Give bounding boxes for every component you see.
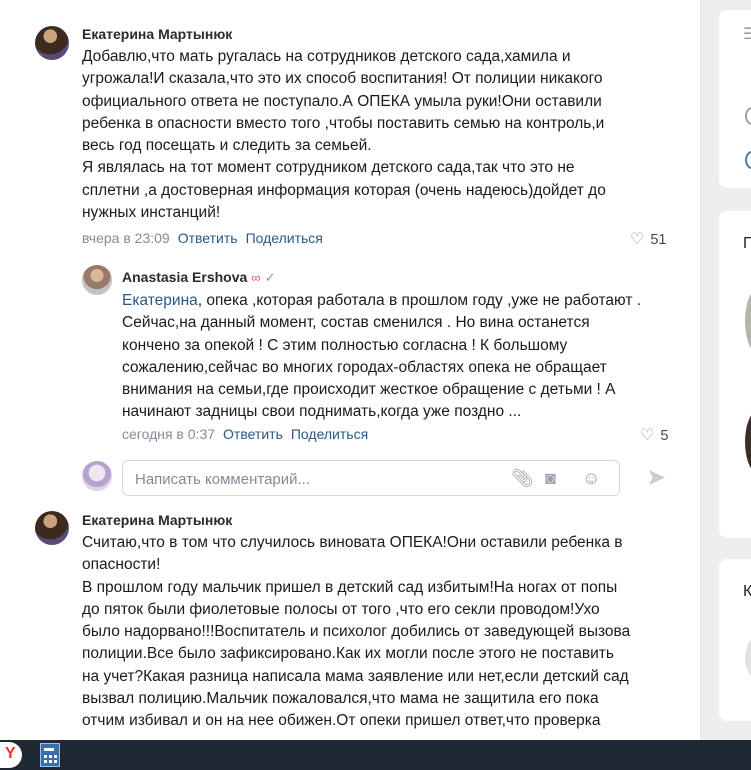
comment-time[interactable]: вчера в 23:09 bbox=[82, 230, 170, 246]
friend-avatar[interactable] bbox=[745, 287, 751, 355]
author-name-text[interactable]: Anastasia Ershova bbox=[122, 269, 247, 285]
card-title: П bbox=[743, 235, 751, 252]
author-name[interactable]: Екатерина Мартынюк bbox=[82, 512, 232, 528]
comment-meta: вчера в 23:09 Ответить Поделиться bbox=[82, 230, 323, 246]
comment-input[interactable] bbox=[133, 467, 507, 491]
like-count: 51 bbox=[650, 232, 667, 248]
author-avatar[interactable] bbox=[82, 265, 112, 295]
emoji-icon[interactable]: ☺ bbox=[582, 468, 600, 488]
os-taskbar bbox=[0, 740, 751, 770]
comment-composer: 📎︎ ◙ ☺ bbox=[122, 460, 620, 496]
reply-link[interactable]: Ответить bbox=[178, 230, 238, 246]
author-avatar[interactable] bbox=[35, 26, 69, 60]
right-card-communities: К bbox=[719, 559, 751, 721]
share-link[interactable]: Поделиться bbox=[291, 426, 368, 442]
circle-icon-blue bbox=[745, 151, 751, 169]
friend-avatar[interactable] bbox=[745, 409, 751, 475]
circle-icon bbox=[745, 107, 751, 125]
reply-link[interactable]: Ответить bbox=[223, 426, 283, 442]
like-count: 5 bbox=[660, 428, 669, 444]
menu-icon[interactable]: ☰ bbox=[743, 24, 751, 44]
heart-icon: ♡ bbox=[640, 427, 655, 444]
comment-meta: сегодня в 0:37 Ответить Поделиться bbox=[122, 426, 368, 442]
comment-text: Екатерина, опека ,которая работала в про… bbox=[122, 290, 641, 424]
author-avatar[interactable] bbox=[35, 511, 69, 545]
comment-time[interactable]: сегодня в 0:37 bbox=[122, 426, 215, 442]
camera-icon[interactable]: ◙ bbox=[545, 468, 556, 488]
right-card-menu: ☰ bbox=[719, 10, 751, 188]
card-title: К bbox=[743, 583, 751, 600]
calculator-icon[interactable] bbox=[40, 743, 60, 767]
comment-body: , опека ,которая работала в прошлом году… bbox=[122, 292, 642, 421]
comment-text: Добавлю,что мать ругалась на сотрудников… bbox=[82, 48, 606, 222]
author-name[interactable]: Екатерина Мартынюк bbox=[82, 26, 232, 42]
verified-check-icon: ✓ bbox=[264, 270, 276, 285]
like-button[interactable]: ♡ 5 bbox=[640, 425, 668, 445]
feed-divider bbox=[700, 0, 701, 740]
author-name: Anastasia Ershova ∞ ✓ bbox=[122, 269, 275, 286]
infinity-icon: ∞ bbox=[251, 270, 261, 285]
send-icon[interactable]: ➤ bbox=[646, 463, 666, 492]
heart-icon: ♡ bbox=[630, 231, 645, 248]
like-button[interactable]: ♡ 51 bbox=[630, 229, 666, 249]
right-card-friends: П bbox=[719, 211, 751, 538]
mention-link[interactable]: Екатерина bbox=[122, 292, 198, 309]
paperclip-icon[interactable]: 📎︎ bbox=[511, 468, 534, 488]
community-avatar[interactable] bbox=[745, 635, 751, 681]
current-user-avatar bbox=[82, 461, 112, 491]
comment-text: Считаю,что в том что случилось виновата … bbox=[82, 534, 631, 730]
share-link[interactable]: Поделиться bbox=[246, 230, 323, 246]
